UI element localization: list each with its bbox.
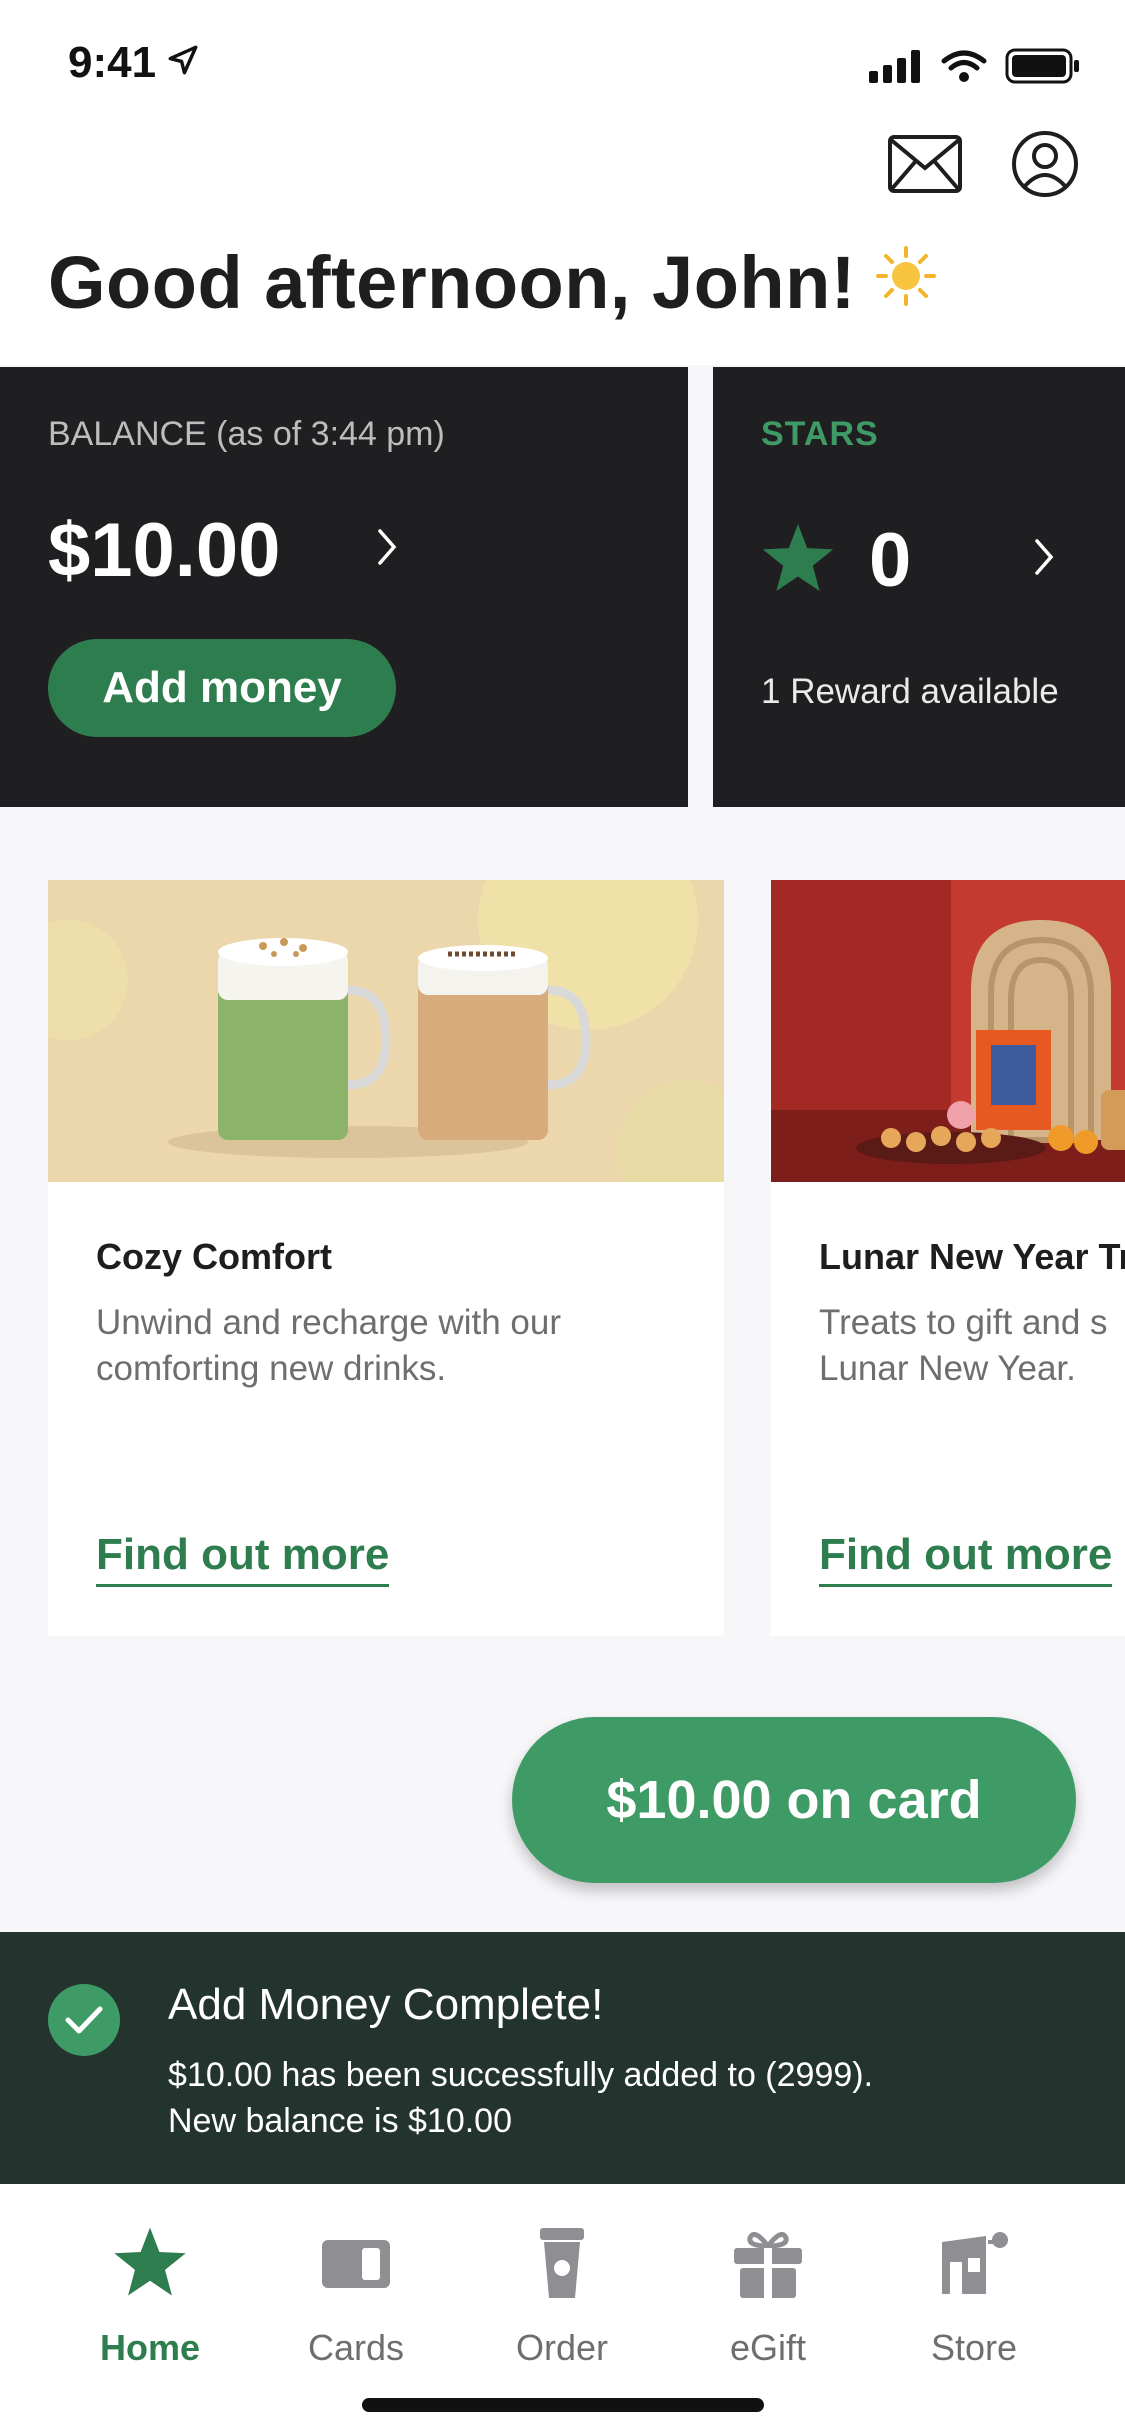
inbox-mail-icon[interactable] (887, 134, 963, 199)
gift-icon (730, 2226, 806, 2303)
status-time-text: 9:41 (68, 38, 157, 87)
lunar-new-year-treats-image (771, 880, 1125, 1182)
promo-card-lunar-new-year[interactable]: Lunar New Year Tr Treats to gift and s L… (771, 880, 1125, 1636)
checkmark-icon (48, 1984, 120, 2056)
home-indicator (362, 2398, 764, 2412)
greeting-heading: Good afternoon, John! (48, 240, 938, 325)
find-out-more-link[interactable]: Find out more (819, 1530, 1113, 1587)
toast-message-line: $10.00 has been successfully added to (2… (168, 2056, 874, 2094)
add-money-complete-toast: Add Money Complete! $10.00 has been succ… (0, 1932, 1125, 2184)
header-actions (887, 130, 1079, 203)
promo-description-line: Lunar New Year. (819, 1349, 1076, 1388)
add-money-button[interactable]: Add money (48, 639, 396, 737)
tab-cards[interactable]: Cards (261, 2226, 451, 2369)
star-icon (761, 522, 835, 599)
battery-icon (1005, 48, 1081, 89)
tab-label: Cards (307, 2327, 405, 2368)
tab-egift[interactable]: eGift (673, 2226, 863, 2369)
promo-description: Unwind and recharge with our comforting … (96, 1303, 561, 1388)
status-icons (869, 48, 1081, 89)
reward-available-text: 1 Reward available (761, 672, 1059, 711)
tab-label: Order (515, 2327, 609, 2368)
tab-home[interactable]: Home (55, 2226, 245, 2369)
sun-icon (874, 240, 938, 325)
cellular-signal-icon (869, 49, 923, 88)
location-arrow-icon (166, 38, 200, 88)
promo-description: Treats to gift and s Lunar New Year. (819, 1300, 1125, 1392)
toast-message: $10.00 has been successfully added to (2… (168, 2052, 1048, 2144)
stars-row: 0 (761, 517, 911, 604)
status-time: 9:41 (68, 38, 200, 88)
balance-card[interactable]: BALANCE (as of 3:44 pm) $10.00 Add money (0, 367, 688, 807)
promo-title: Lunar New Year Tr (819, 1236, 1125, 1277)
header: 9:41 Good afternoon, John! (0, 0, 1125, 365)
star-icon (112, 2226, 188, 2303)
wifi-icon (941, 49, 987, 88)
greeting-text: Good afternoon, John! (48, 241, 856, 324)
tab-label: Store (930, 2327, 1018, 2368)
stars-card[interactable]: STARS 0 1 Reward available (713, 367, 1125, 807)
find-out-more-link[interactable]: Find out more (96, 1530, 390, 1587)
balance-amount: $10.00 (48, 508, 281, 593)
account-profile-icon[interactable] (1011, 130, 1079, 203)
stars-count: 0 (869, 518, 912, 603)
promo-title: Cozy Comfort (96, 1236, 332, 1277)
tab-order[interactable]: Order (467, 2226, 657, 2369)
balance-label: BALANCE (as of 3:44 pm) (48, 415, 445, 453)
toast-title: Add Money Complete! (168, 1980, 604, 2029)
tab-label: eGift (729, 2327, 807, 2368)
promo-description-line: Treats to gift and s (819, 1303, 1108, 1342)
store-icon (936, 2226, 1012, 2303)
promo-card-cozy-comfort[interactable]: Cozy Comfort Unwind and recharge with ou… (48, 880, 724, 1636)
chevron-right-icon[interactable] (1033, 537, 1057, 582)
cup-icon (524, 2226, 600, 2303)
tab-store[interactable]: Store (879, 2226, 1069, 2369)
tab-label: Home (99, 2327, 201, 2368)
toast-message-line: New balance is $10.00 (168, 2102, 513, 2140)
cozy-comfort-drinks-image (48, 880, 724, 1182)
on-card-balance-button[interactable]: $10.00 on card (512, 1717, 1076, 1883)
chevron-right-icon[interactable] (376, 527, 400, 572)
stars-label: STARS (761, 415, 879, 453)
card-icon (318, 2226, 394, 2303)
